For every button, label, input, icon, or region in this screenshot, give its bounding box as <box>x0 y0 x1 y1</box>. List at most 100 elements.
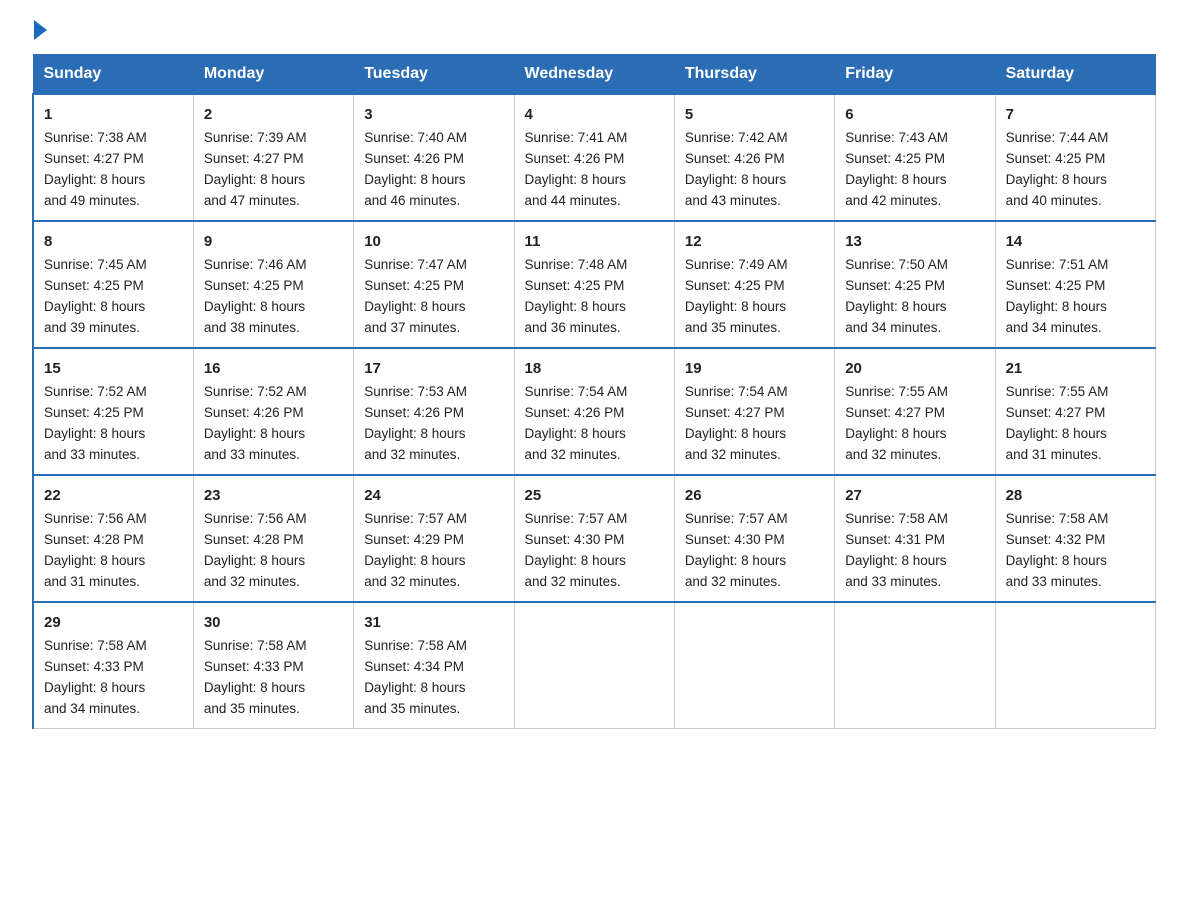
daylight-line1: Daylight: 8 hours <box>685 553 786 568</box>
daylight-line1: Daylight: 8 hours <box>364 680 465 695</box>
sunset-value: Sunset: 4:34 PM <box>364 659 464 674</box>
sunrise-value: Sunrise: 7:54 AM <box>685 384 788 399</box>
sunrise-value: Sunrise: 7:43 AM <box>845 130 948 145</box>
weekday-header-row: SundayMondayTuesdayWednesdayThursdayFrid… <box>33 55 1156 95</box>
calendar-cell <box>514 602 674 728</box>
daylight-line2: and 46 minutes. <box>364 193 460 208</box>
daylight-line2: and 33 minutes. <box>845 574 941 589</box>
day-number: 22 <box>44 484 183 507</box>
week-row-4: 22 Sunrise: 7:56 AM Sunset: 4:28 PM Dayligh… <box>33 475 1156 602</box>
sunset-value: Sunset: 4:26 PM <box>204 405 304 420</box>
day-number: 23 <box>204 484 343 507</box>
daylight-line1: Daylight: 8 hours <box>1006 299 1107 314</box>
calendar-cell <box>995 602 1155 728</box>
sunrise-value: Sunrise: 7:51 AM <box>1006 257 1109 272</box>
calendar-cell: 31Sunrise: 7:58 AMSunset: 4:34 PMDayligh… <box>354 602 514 728</box>
daylight-line1: Daylight: 8 hours <box>525 172 626 187</box>
daylight-line2: and 47 minutes. <box>204 193 300 208</box>
daylight-line2: and 32 minutes. <box>845 447 941 462</box>
sunset-value: Sunset: 4:30 PM <box>525 532 625 547</box>
sunset-value: Sunset: 4:33 PM <box>204 659 304 674</box>
sunset-value: Sunset: 4:27 PM <box>685 405 785 420</box>
calendar-cell: 9Sunrise: 7:46 AMSunset: 4:25 PMDaylight… <box>193 221 353 348</box>
daylight-line2: and 31 minutes. <box>44 574 140 589</box>
sunrise-value: Sunrise: 7:41 AM <box>525 130 628 145</box>
daylight-line1: Daylight: 8 hours <box>525 299 626 314</box>
sunset-value: Sunset: 4:31 PM <box>845 532 945 547</box>
sunrise-value: Sunrise: 7:58 AM <box>204 638 307 653</box>
calendar-cell: 7Sunrise: 7:44 AMSunset: 4:25 PMDaylight… <box>995 94 1155 221</box>
daylight-line1: Daylight: 8 hours <box>44 172 145 187</box>
day-number: 18 <box>525 357 664 380</box>
sunset-value: Sunset: 4:25 PM <box>685 278 785 293</box>
daylight-line1: Daylight: 8 hours <box>525 426 626 441</box>
sunrise-value: Sunrise: 7:56 AM <box>44 511 147 526</box>
daylight-line2: and 34 minutes. <box>1006 320 1102 335</box>
sunrise-value: Sunrise: 7:58 AM <box>845 511 948 526</box>
daylight-line1: Daylight: 8 hours <box>525 553 626 568</box>
daylight-line2: and 33 minutes. <box>204 447 300 462</box>
sunset-value: Sunset: 4:25 PM <box>44 405 144 420</box>
calendar-cell: 5Sunrise: 7:42 AMSunset: 4:26 PMDaylight… <box>674 94 834 221</box>
calendar-cell: 16Sunrise: 7:52 AMSunset: 4:26 PMDayligh… <box>193 348 353 475</box>
weekday-header-monday: Monday <box>193 55 353 95</box>
daylight-line2: and 32 minutes. <box>525 574 621 589</box>
sunset-value: Sunset: 4:28 PM <box>44 532 144 547</box>
weekday-header-thursday: Thursday <box>674 55 834 95</box>
day-number: 28 <box>1006 484 1145 507</box>
sunrise-value: Sunrise: 7:39 AM <box>204 130 307 145</box>
calendar-cell: 11Sunrise: 7:48 AMSunset: 4:25 PMDayligh… <box>514 221 674 348</box>
sunset-value: Sunset: 4:26 PM <box>364 151 464 166</box>
week-row-1: 1Sunrise: 7:38 AMSunset: 4:27 PMDaylight… <box>33 94 1156 221</box>
calendar-cell: 26Sunrise: 7:57 AMSunset: 4:30 PMDayligh… <box>674 475 834 602</box>
daylight-line2: and 35 minutes. <box>685 320 781 335</box>
daylight-line1: Daylight: 8 hours <box>364 172 465 187</box>
calendar-cell: 28Sunrise: 7:58 AMSunset: 4:32 PMDayligh… <box>995 475 1155 602</box>
calendar-cell: 8Sunrise: 7:45 AMSunset: 4:25 PMDaylight… <box>33 221 193 348</box>
day-number: 3 <box>364 103 503 126</box>
sunrise-value: Sunrise: 7:54 AM <box>525 384 628 399</box>
day-number: 20 <box>845 357 984 380</box>
calendar-cell: 18 Sunrise: 7:54 AM Sunset: 4:26 PM Dayligh… <box>514 348 674 475</box>
calendar-cell: 2Sunrise: 7:39 AMSunset: 4:27 PMDaylight… <box>193 94 353 221</box>
page-header <box>32 24 1156 36</box>
sunrise-value: Sunrise: 7:58 AM <box>364 638 467 653</box>
sunrise-value: Sunrise: 7:38 AM <box>44 130 147 145</box>
sunrise-value: Sunrise: 7:57 AM <box>525 511 628 526</box>
day-number: 27 <box>845 484 984 507</box>
calendar-cell: 4Sunrise: 7:41 AMSunset: 4:26 PMDaylight… <box>514 94 674 221</box>
daylight-line2: and 31 minutes. <box>1006 447 1102 462</box>
sunset-value: Sunset: 4:25 PM <box>44 278 144 293</box>
sunset-value: Sunset: 4:26 PM <box>525 405 625 420</box>
sunrise-value: Sunrise: 7:55 AM <box>845 384 948 399</box>
daylight-line1: Daylight: 8 hours <box>204 553 305 568</box>
daylight-line2: and 32 minutes. <box>525 447 621 462</box>
weekday-header-wednesday: Wednesday <box>514 55 674 95</box>
sunset-value: Sunset: 4:26 PM <box>364 405 464 420</box>
daylight-line2: and 35 minutes. <box>204 701 300 716</box>
calendar-cell: 10Sunrise: 7:47 AMSunset: 4:25 PMDayligh… <box>354 221 514 348</box>
calendar-cell: 20Sunrise: 7:55 AMSunset: 4:27 PMDayligh… <box>835 348 995 475</box>
daylight-line2: and 33 minutes. <box>1006 574 1102 589</box>
sunset-value: Sunset: 4:25 PM <box>364 278 464 293</box>
calendar-cell <box>835 602 995 728</box>
daylight-line2: and 32 minutes. <box>364 574 460 589</box>
sunrise-value: Sunrise: 7:58 AM <box>44 638 147 653</box>
calendar-cell: 1Sunrise: 7:38 AMSunset: 4:27 PMDaylight… <box>33 94 193 221</box>
sunset-value: Sunset: 4:26 PM <box>685 151 785 166</box>
daylight-line1: Daylight: 8 hours <box>685 426 786 441</box>
calendar-cell: 13Sunrise: 7:50 AMSunset: 4:25 PMDayligh… <box>835 221 995 348</box>
sunset-value: Sunset: 4:33 PM <box>44 659 144 674</box>
sunset-value: Sunset: 4:28 PM <box>204 532 304 547</box>
daylight-line1: Daylight: 8 hours <box>204 680 305 695</box>
sunrise-value: Sunrise: 7:57 AM <box>685 511 788 526</box>
calendar-cell: 3 Sunrise: 7:40 AM Sunset: 4:26 PM Daylight… <box>354 94 514 221</box>
calendar-cell <box>674 602 834 728</box>
sunrise-value: Sunrise: 7:40 AM <box>364 130 467 145</box>
sunrise-value: Sunrise: 7:52 AM <box>204 384 307 399</box>
day-number: 25 <box>525 484 664 507</box>
calendar-cell: 15Sunrise: 7:52 AMSunset: 4:25 PMDayligh… <box>33 348 193 475</box>
sunset-value: Sunset: 4:27 PM <box>1006 405 1106 420</box>
daylight-line2: and 32 minutes. <box>204 574 300 589</box>
sunset-value: Sunset: 4:25 PM <box>1006 278 1106 293</box>
